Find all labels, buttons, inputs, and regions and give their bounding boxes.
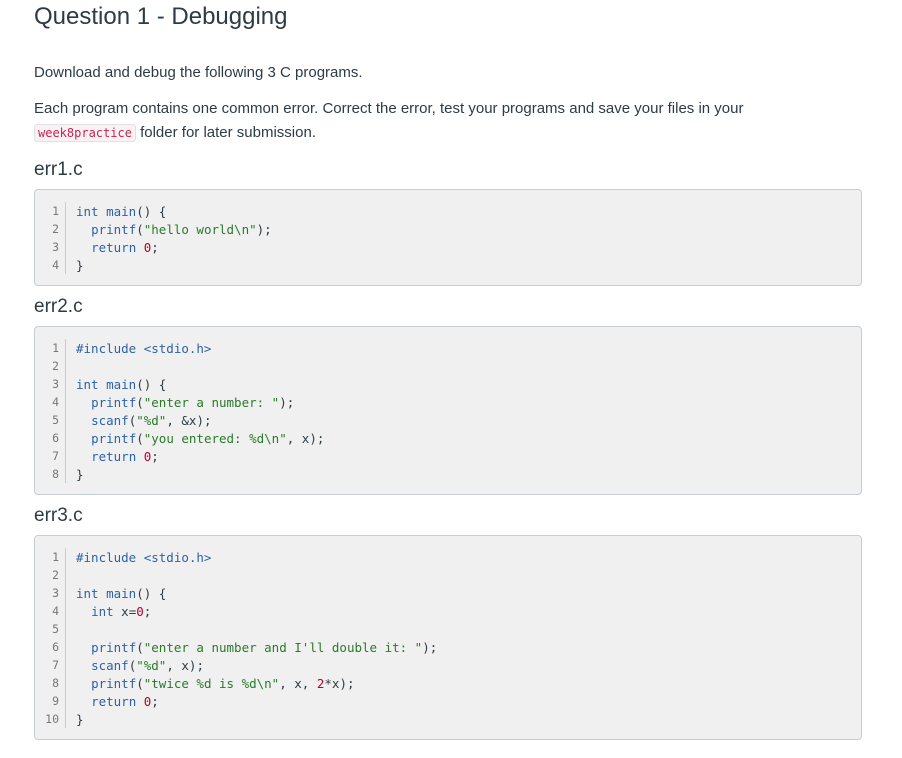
code-text: } — [76, 257, 84, 273]
gutter-divider — [65, 357, 66, 375]
code-block-err1[interactable]: 1 int main() {2 printf("hello world\n"); 3… — [34, 189, 862, 286]
code-line: 8 printf("twice %d is %d\n", x, 2*x); — [35, 674, 861, 692]
line-number: 10 — [45, 712, 59, 726]
gutter-divider — [65, 584, 66, 602]
line-number: 4 — [52, 395, 59, 409]
code-line: 3 int main() { — [35, 584, 861, 602]
file-name-err1: err1.c — [34, 159, 83, 180]
line-number: 1 — [52, 204, 59, 218]
code-text: int x=0; — [91, 603, 152, 619]
line-number: 2 — [52, 359, 59, 373]
gutter-divider — [65, 566, 66, 584]
gutter-divider — [65, 465, 66, 483]
line-number: 2 — [52, 222, 59, 236]
folder-code: week8practice — [34, 124, 136, 142]
gutter-divider — [65, 393, 66, 411]
gutter-divider — [65, 447, 66, 465]
page-title: Question 1 - Debugging — [34, 3, 288, 30]
line-number: 5 — [52, 413, 59, 427]
instruction-part1: Each program contains one common error. … — [34, 100, 744, 117]
code-line: 5 — [35, 620, 861, 638]
intro-text: Download and debug the following 3 C pro… — [34, 64, 363, 81]
code-text: return 0; — [91, 448, 159, 464]
gutter-divider — [65, 710, 66, 728]
line-number: 4 — [52, 258, 59, 272]
code-line: 8} — [35, 465, 861, 483]
code-text: printf("hello world\n"); — [91, 221, 272, 237]
code-line: 4} — [35, 256, 861, 274]
code-line: 9 return 0; — [35, 692, 861, 710]
code-text: #include <stdio.h> — [76, 549, 212, 565]
code-text: int main() { — [76, 376, 167, 392]
gutter-divider — [65, 548, 66, 566]
code-line: 10} — [35, 710, 861, 728]
gutter-divider — [65, 411, 66, 429]
code-line: 6 printf("you entered: %d\n", x); — [35, 429, 861, 447]
code-text: int main() { — [76, 585, 167, 601]
line-number: 3 — [52, 240, 59, 254]
line-number: 9 — [52, 694, 59, 708]
code-line: 2 printf("hello world\n"); — [35, 220, 861, 238]
code-line: 1 #include <stdio.h> — [35, 548, 861, 566]
gutter-divider — [65, 238, 66, 256]
line-number: 2 — [52, 568, 59, 582]
gutter-divider — [65, 256, 66, 274]
code-line: 4 printf("enter a number: "); — [35, 393, 861, 411]
gutter-divider — [65, 375, 66, 393]
instruction-text: Each program contains one common error. … — [34, 97, 854, 145]
code-text: printf("enter a number and I'll double i… — [91, 639, 438, 655]
line-number: 3 — [52, 377, 59, 391]
code-text: printf("you entered: %d\n", x); — [91, 430, 325, 446]
line-number: 7 — [52, 449, 59, 463]
line-number: 1 — [52, 550, 59, 564]
line-number: 8 — [52, 676, 59, 690]
code-text: scanf("%d", x); — [91, 657, 204, 673]
line-number: 7 — [52, 658, 59, 672]
gutter-divider — [65, 429, 66, 447]
code-line: 3 return 0; — [35, 238, 861, 256]
code-line: 3 int main() { — [35, 375, 861, 393]
file-name-err3: err3.c — [34, 505, 83, 526]
file-name-err2: err2.c — [34, 296, 83, 317]
line-number: 6 — [52, 640, 59, 654]
code-text: return 0; — [91, 239, 159, 255]
line-number: 1 — [52, 341, 59, 355]
code-line: 1 int main() { — [35, 202, 861, 220]
gutter-divider — [65, 339, 66, 357]
gutter-divider — [65, 692, 66, 710]
gutter-divider — [65, 638, 66, 656]
code-line: 6 printf("enter a number and I'll double… — [35, 638, 861, 656]
code-text: } — [76, 466, 84, 482]
gutter-divider — [65, 674, 66, 692]
code-line: 5 scanf("%d", &x); — [35, 411, 861, 429]
code-text: printf("twice %d is %d\n", x, 2*x); — [91, 675, 355, 691]
instruction-part2: folder for later submission. — [135, 124, 316, 141]
code-line: 7 scanf("%d", x); — [35, 656, 861, 674]
line-number: 3 — [52, 586, 59, 600]
code-text: return 0; — [91, 693, 159, 709]
code-line: 4 int x=0; — [35, 602, 861, 620]
code-block-err3[interactable]: 1 #include <stdio.h> 2 3 int main() {4 int x… — [34, 535, 862, 740]
gutter-divider — [65, 656, 66, 674]
code-line: 7 return 0; — [35, 447, 861, 465]
gutter-divider — [65, 602, 66, 620]
code-line: 1 #include <stdio.h> — [35, 339, 861, 357]
line-number: 5 — [52, 622, 59, 636]
code-text: int main() { — [76, 203, 167, 219]
code-line: 2 — [35, 566, 861, 584]
gutter-divider — [65, 620, 66, 638]
line-number: 8 — [52, 467, 59, 481]
code-text: scanf("%d", &x); — [91, 412, 212, 428]
code-text: printf("enter a number: "); — [91, 394, 295, 410]
code-text: #include <stdio.h> — [76, 340, 212, 356]
code-line: 2 — [35, 357, 861, 375]
line-number: 6 — [52, 431, 59, 445]
gutter-divider — [65, 220, 66, 238]
line-number: 4 — [52, 604, 59, 618]
code-text: } — [76, 711, 84, 727]
gutter-divider — [65, 202, 66, 220]
code-block-err2[interactable]: 1 #include <stdio.h> 2 3 int main() {4 print… — [34, 326, 862, 495]
